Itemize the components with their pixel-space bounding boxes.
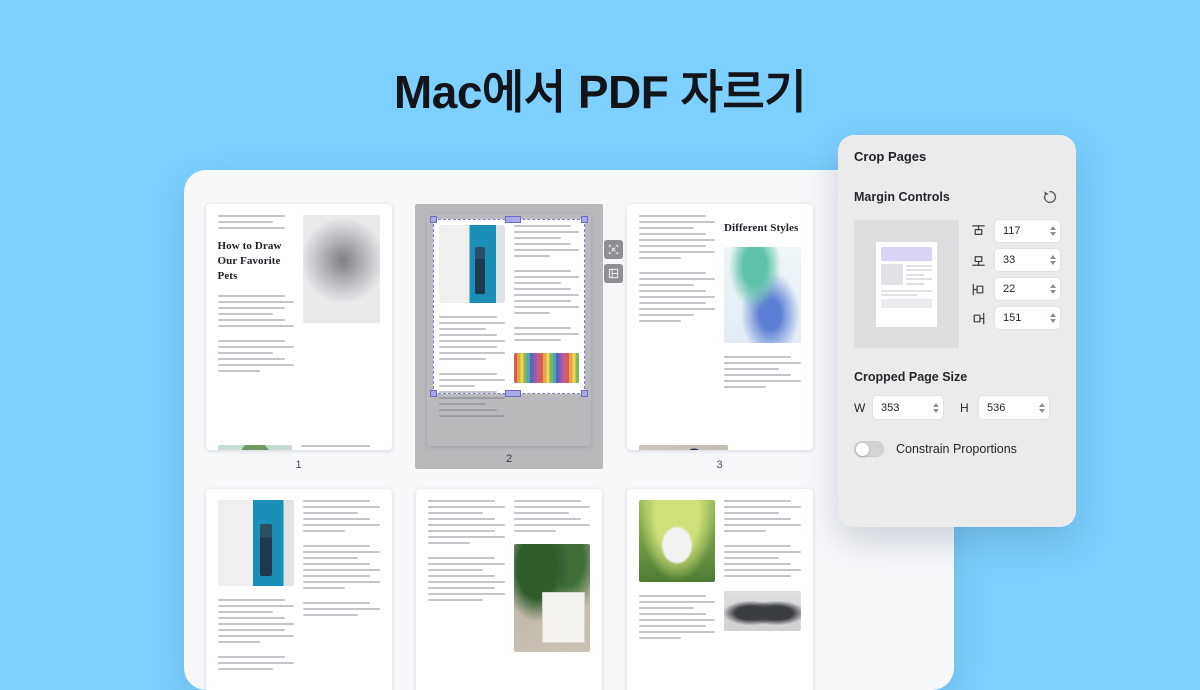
crop-handle-top-left[interactable] [430, 216, 437, 223]
cropped-page-size-label: Cropped Page Size [854, 370, 968, 384]
height-stepper[interactable] [979, 396, 1049, 419]
page-sheet[interactable] [427, 214, 591, 446]
margin-controls-label: Margin Controls [854, 190, 950, 204]
spinner-up-icon[interactable] [1039, 402, 1045, 407]
spinner-down-icon[interactable] [1050, 232, 1056, 236]
constrain-proportions-label: Constrain Proportions [896, 442, 1017, 456]
margin-right-stepper[interactable] [995, 307, 1060, 329]
spinner-down-icon[interactable] [1050, 261, 1056, 265]
margin-right-input[interactable] [1003, 312, 1047, 324]
crop-handle-bottom-left[interactable] [430, 390, 437, 397]
page-sheet[interactable] [416, 489, 602, 690]
height-input[interactable] [987, 401, 1036, 414]
margin-left-spinner[interactable] [1047, 284, 1056, 294]
margin-bottom-spinner[interactable] [1047, 255, 1056, 265]
page-title: Mac에서 PDF 자르기 [393, 66, 807, 118]
spinner-up-icon[interactable] [1050, 226, 1056, 230]
height-tag: H [960, 400, 969, 415]
preview-image-block [881, 263, 903, 285]
spinner-down-icon[interactable] [1050, 319, 1056, 323]
dog-sketch-photo [303, 215, 380, 323]
width-tag: W [854, 400, 866, 415]
statue-blue-door-photo [217, 500, 294, 586]
preview-footer-block [881, 298, 932, 308]
margin-top-stepper[interactable] [995, 220, 1060, 242]
page-layout-icon[interactable] [604, 264, 623, 283]
page-thumbnail-2[interactable]: 2 [395, 204, 623, 471]
constrain-proportions-toggle[interactable] [854, 441, 884, 457]
crop-handle-top-middle[interactable] [505, 216, 521, 223]
page-number: 2 [505, 453, 513, 465]
page-thumbnail-3[interactable]: Different Styles 3 [623, 204, 816, 471]
page-thumbnail-1[interactable]: How to Draw Our Favorite Pets 1 [202, 204, 395, 471]
spinner-up-icon[interactable] [1050, 313, 1056, 317]
page-thumbnail-6[interactable] [623, 489, 816, 690]
margin-field-right [969, 307, 1060, 329]
width-spinner[interactable] [930, 402, 939, 413]
margin-bottom-icon [969, 251, 988, 270]
margin-controls-header: Margin Controls [854, 187, 1060, 207]
page-sheet[interactable] [205, 489, 392, 690]
thumbnail-row [202, 489, 936, 690]
crop-preview-box [854, 220, 959, 348]
margin-right-spinner[interactable] [1047, 313, 1056, 323]
margin-bottom-input[interactable] [1003, 254, 1047, 266]
page-sheet[interactable]: Different Styles [626, 204, 813, 450]
page-thumbnail-5[interactable] [395, 489, 623, 690]
page-number: 3 [716, 459, 723, 471]
margin-top-spinner[interactable] [1047, 226, 1056, 236]
margin-field-bottom [969, 249, 1060, 271]
margin-bottom-stepper[interactable] [995, 249, 1060, 271]
spinner-up-icon[interactable] [1050, 284, 1056, 288]
margin-field-left [969, 278, 1060, 300]
margin-left-input[interactable] [1003, 283, 1047, 295]
page-heading: Different Styles [724, 222, 799, 234]
toggle-knob [855, 442, 869, 456]
constrain-proportions-row: Constrain Proportions [854, 441, 1060, 457]
spinner-up-icon[interactable] [1050, 255, 1056, 259]
spinner-up-icon[interactable] [933, 402, 939, 407]
page-sheet[interactable]: How to Draw Our Favorite Pets [205, 204, 392, 450]
page-number: 1 [295, 459, 302, 471]
page-heading: How to Draw Our Favorite Pets [217, 240, 282, 282]
margin-top-input[interactable] [1003, 225, 1047, 237]
sketchbook-plants-photo [513, 544, 590, 652]
reset-circular-arrow-icon[interactable] [1040, 187, 1060, 207]
height-spinner[interactable] [1036, 402, 1045, 413]
crop-resize-icon[interactable] [604, 240, 623, 259]
margin-left-icon [969, 280, 988, 299]
cropped-page-size-row: W H [854, 396, 1060, 419]
page-tool-buttons [604, 240, 623, 283]
margin-field-top [969, 220, 1060, 242]
panel-title: Crop Pages [854, 149, 927, 164]
crop-selection-region[interactable] [430, 216, 588, 397]
shoes-photo [724, 591, 801, 631]
selected-page-wrapper: 2 [415, 204, 603, 469]
preview-header-band [881, 246, 932, 261]
page-sheet[interactable] [626, 489, 813, 690]
margin-fields [969, 220, 1060, 348]
crop-handle-bottom-middle[interactable] [505, 390, 521, 397]
watercolor-art-photo [724, 246, 801, 343]
spinner-down-icon[interactable] [933, 408, 939, 413]
margin-left-stepper[interactable] [995, 278, 1060, 300]
thumbnail-row: How to Draw Our Favorite Pets 1 2 Differ… [202, 204, 936, 471]
margin-top-icon [969, 222, 988, 241]
paint-buckets-photo [638, 445, 728, 450]
width-stepper[interactable] [873, 396, 943, 419]
spinner-down-icon[interactable] [1050, 290, 1056, 294]
spinner-down-icon[interactable] [1039, 408, 1045, 413]
page-thumbnail-4[interactable] [202, 489, 395, 690]
crop-pages-panel: Crop Pages Margin Controls 117 33 22 151… [838, 135, 1076, 527]
crop-handle-top-right[interactable] [581, 216, 588, 223]
rabbit-photo [638, 500, 715, 582]
width-input[interactable] [881, 401, 930, 414]
margin-controls-area [854, 220, 1060, 348]
crop-handle-bottom-right[interactable] [581, 390, 588, 397]
margin-right-icon [969, 309, 988, 328]
crop-preview-page [876, 241, 937, 327]
embroidery-hoop-photo [217, 445, 293, 450]
